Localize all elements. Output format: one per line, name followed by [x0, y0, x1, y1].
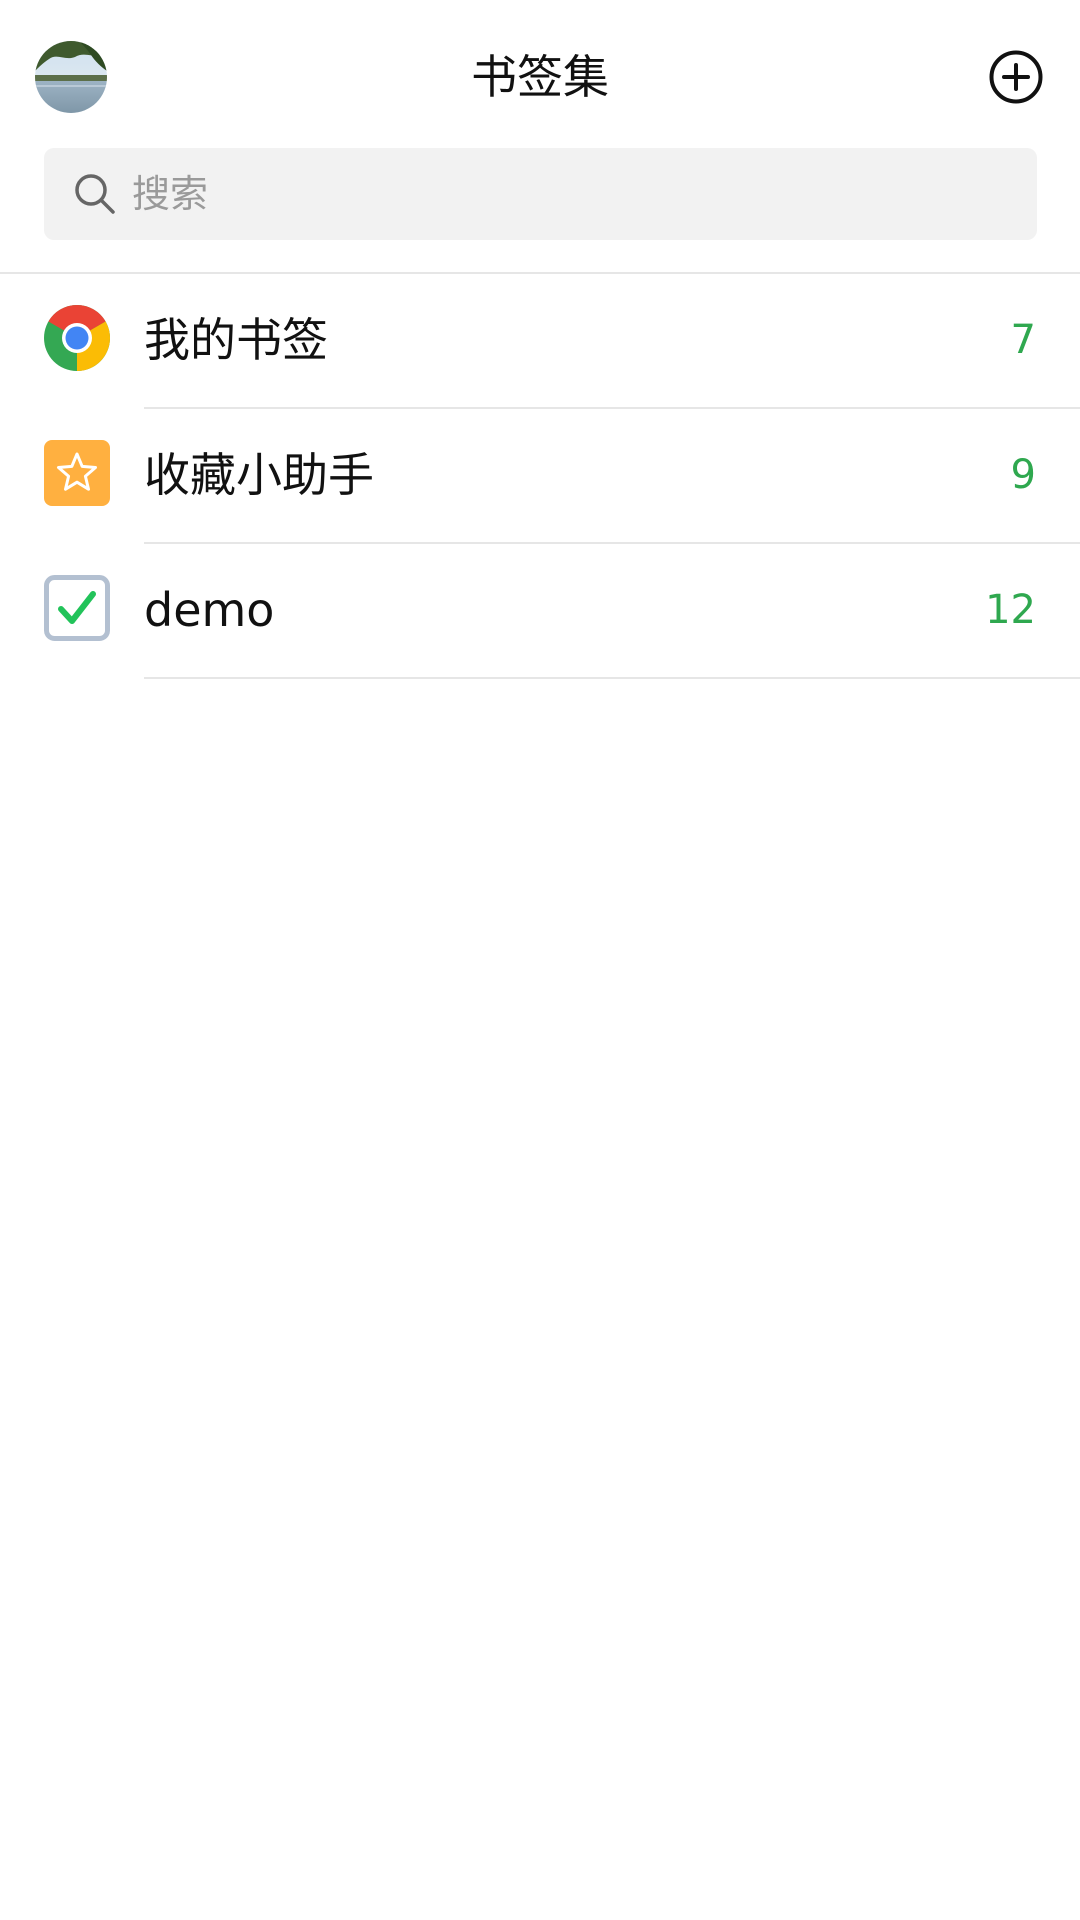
list-item-label: 收藏小助手 — [144, 448, 374, 502]
list-item-favorites-assistant[interactable]: 收藏小助手 9 — [0, 409, 1080, 544]
search-icon — [72, 171, 118, 217]
bookmark-collections-screen: 书签集 搜索 我的书签 7 收藏小助手 9 demo 12 — [0, 0, 1080, 1920]
list-item-label: demo — [144, 583, 275, 637]
star-icon — [44, 440, 110, 506]
search-input[interactable]: 搜索 — [44, 148, 1037, 240]
divider — [144, 677, 1080, 679]
add-button[interactable] — [988, 49, 1044, 105]
list-item-count: 9 — [1010, 452, 1036, 498]
header: 书签集 — [0, 0, 1080, 148]
chrome-icon — [44, 305, 110, 371]
search-placeholder: 搜索 — [132, 172, 209, 216]
plus-circle-icon — [989, 50, 1043, 104]
bookmark-list: 我的书签 7 收藏小助手 9 demo 12 — [0, 274, 1080, 679]
checkbox-checked-icon — [44, 575, 110, 641]
list-item-my-bookmarks[interactable]: 我的书签 7 — [0, 274, 1080, 409]
list-item-demo[interactable]: demo 12 — [0, 544, 1080, 679]
list-item-label: 我的书签 — [144, 313, 328, 367]
list-item-count: 12 — [985, 587, 1036, 633]
list-item-count: 7 — [1010, 317, 1036, 363]
page-title: 书签集 — [471, 50, 609, 104]
